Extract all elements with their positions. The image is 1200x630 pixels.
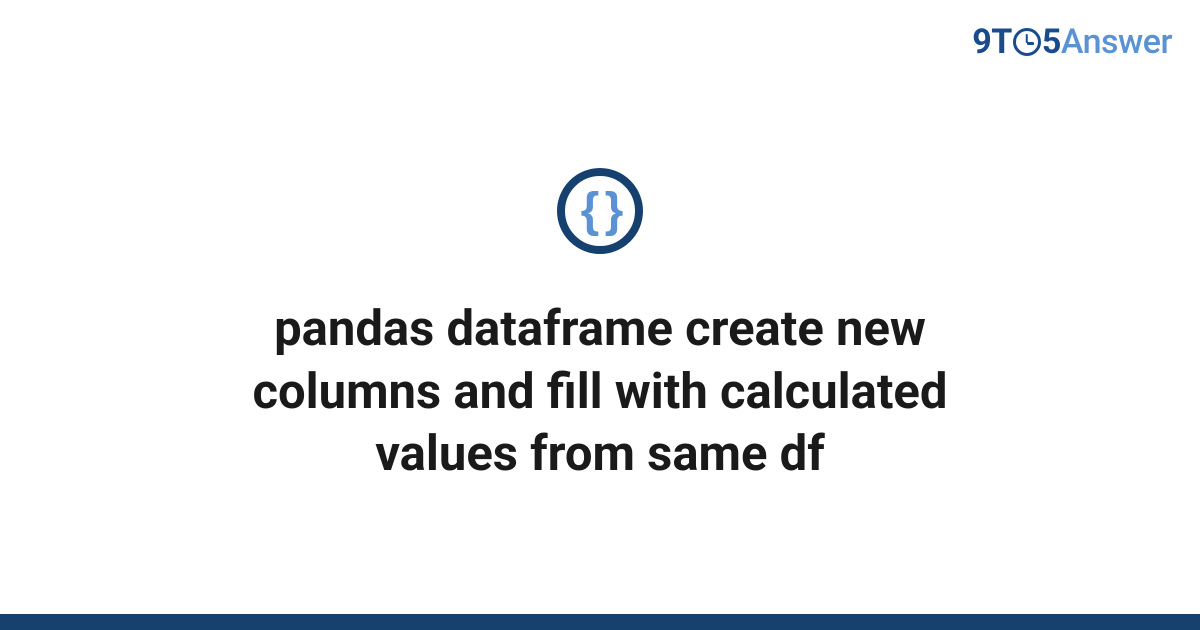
category-icon-circle: { } [557,168,643,254]
main-content: { } pandas dataframe create new columns … [0,0,1200,614]
question-title: pandas dataframe create new columns and … [150,298,1050,486]
footer-bar [0,614,1200,630]
code-braces-icon: { } [581,187,620,235]
